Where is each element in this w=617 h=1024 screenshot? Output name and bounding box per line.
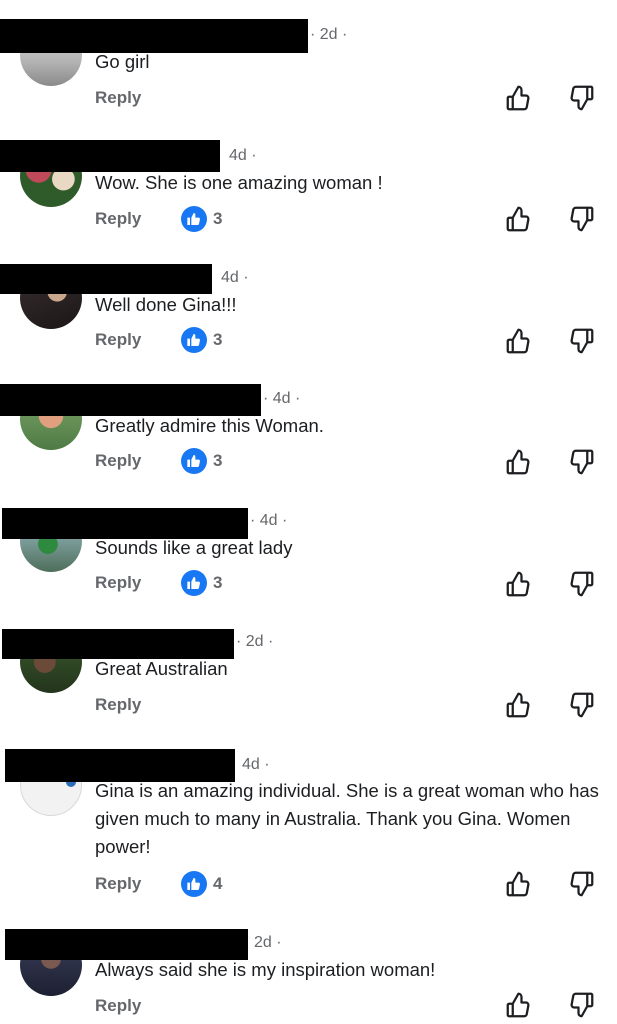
comment-text: Sounds like a great lady [95, 537, 293, 558]
comment-timestamp: · 2d · [236, 633, 274, 650]
thumbs-up-outline-icon[interactable] [504, 869, 534, 899]
comment-text: Always said she is my inspiration woman! [95, 959, 436, 980]
thumbs-down-outline-icon[interactable] [566, 990, 596, 1020]
thumbs-up-outline-icon[interactable] [504, 690, 534, 720]
like-count-value: 3 [213, 209, 223, 228]
comment-item: · 4d · Sounds like a great lady Reply 3 [0, 486, 617, 606]
like-reaction-icon [181, 206, 207, 232]
thumbs-down-outline-icon[interactable] [566, 83, 596, 113]
comment-text: Gina is an amazing individual. She is a … [95, 780, 599, 857]
reply-button[interactable]: Reply [95, 329, 141, 351]
comment-timestamp: · 4d · [250, 512, 288, 529]
comment-timestamp: · 4d · [263, 390, 301, 407]
like-count-value: 4 [213, 874, 223, 893]
like-count[interactable]: 3 [181, 448, 222, 474]
comment-item: 4d · Gina is an amazing individual. She … [0, 730, 617, 910]
comment-timestamp: 2d · [254, 934, 282, 951]
comment-item: · 2d · Go girl Reply [0, 0, 617, 120]
comment-item: 4d · Well done Gina!!! Reply 3 [0, 243, 617, 363]
thumbs-up-outline-icon[interactable] [504, 204, 534, 234]
like-reaction-icon [181, 871, 207, 897]
thumbs-down-outline-icon[interactable] [566, 326, 596, 356]
reply-button[interactable]: Reply [95, 87, 141, 109]
comment-text: Great Australian [95, 658, 228, 679]
comment-item: 2d · Always said she is my inspiration w… [0, 910, 617, 1024]
thumbs-up-outline-icon[interactable] [504, 326, 534, 356]
comment-item: · 2d · Great Australian Reply [0, 607, 617, 727]
comment-item: 4d · Wow. She is one amazing woman ! Rep… [0, 121, 617, 241]
reply-button[interactable]: Reply [95, 572, 141, 594]
like-count[interactable]: 4 [181, 871, 222, 897]
comment-timestamp: · 2d · [310, 26, 348, 43]
like-reaction-icon [181, 327, 207, 353]
like-count[interactable]: 3 [181, 206, 222, 232]
thumbs-down-outline-icon[interactable] [566, 690, 596, 720]
comment-timestamp: 4d · [242, 756, 270, 773]
thumbs-up-outline-icon[interactable] [504, 83, 534, 113]
comment-timestamp: 4d · [221, 269, 249, 286]
redacted-author-name [0, 140, 220, 172]
comment-text: Go girl [95, 51, 150, 72]
reply-button[interactable]: Reply [95, 208, 141, 230]
thumbs-down-outline-icon[interactable] [566, 869, 596, 899]
reply-button[interactable]: Reply [95, 694, 141, 716]
like-count-value: 3 [213, 330, 223, 349]
reply-button[interactable]: Reply [95, 450, 141, 472]
comment-text: Well done Gina!!! [95, 294, 237, 315]
like-count[interactable]: 3 [181, 570, 222, 596]
thumbs-down-outline-icon[interactable] [566, 569, 596, 599]
like-count[interactable]: 3 [181, 327, 222, 353]
like-count-value: 3 [213, 451, 223, 470]
redacted-author-name [0, 264, 212, 294]
reply-button[interactable]: Reply [95, 995, 141, 1017]
like-reaction-icon [181, 570, 207, 596]
thumbs-down-outline-icon[interactable] [566, 204, 596, 234]
comment-text: Greatly admire this Woman. [95, 415, 324, 436]
comment-text: Wow. She is one amazing woman ! [95, 172, 383, 193]
comment-item: · 4d · Greatly admire this Woman. Reply … [0, 364, 617, 484]
thumbs-up-outline-icon[interactable] [504, 990, 534, 1020]
like-count-value: 3 [213, 573, 223, 592]
reply-button[interactable]: Reply [95, 873, 141, 895]
thumbs-down-outline-icon[interactable] [566, 447, 596, 477]
like-reaction-icon [181, 448, 207, 474]
thumbs-up-outline-icon[interactable] [504, 447, 534, 477]
thumbs-up-outline-icon[interactable] [504, 569, 534, 599]
comment-timestamp: 4d · [229, 147, 257, 164]
